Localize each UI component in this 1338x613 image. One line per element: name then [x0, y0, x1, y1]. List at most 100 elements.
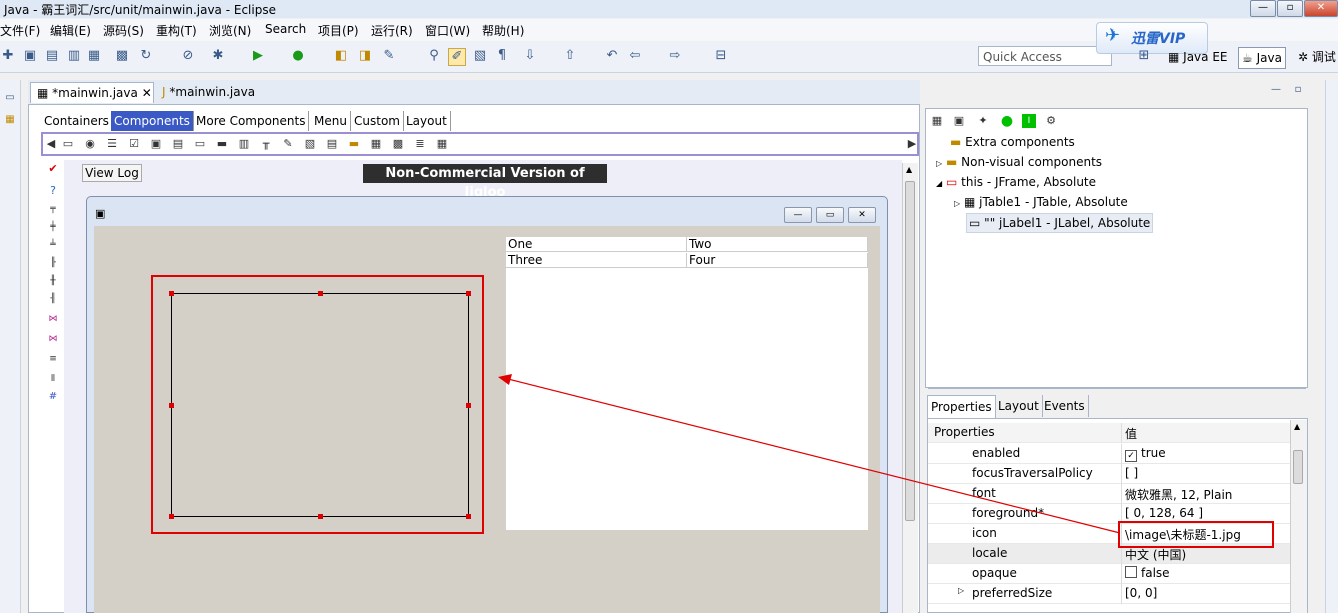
jtextarea-icon[interactable]: ▧ — [303, 137, 317, 151]
scroll-up-icon[interactable]: ▲ — [1294, 422, 1300, 431]
align-middle-icon[interactable]: ╪ — [46, 220, 60, 234]
checkbox-checked[interactable]: ✓ — [1125, 450, 1137, 462]
refresh-icon[interactable]: ↻ — [138, 48, 154, 64]
property-row-opaque[interactable]: opaque false — [928, 564, 1290, 584]
minimize-editor-icon[interactable]: — — [1268, 82, 1284, 98]
menu-help[interactable]: 帮助(H) — [482, 22, 524, 39]
open-perspective-icon[interactable]: ⊞ — [1136, 48, 1152, 64]
jtable1[interactable]: One Two Three Four — [506, 237, 868, 530]
palette-tab-custom[interactable]: Custom — [351, 111, 404, 131]
jlist-icon[interactable]: ☰ — [105, 137, 119, 151]
back-icon[interactable]: ⇦ — [627, 48, 643, 64]
search-icon[interactable]: ⚲ — [426, 48, 442, 64]
palette-tab-more-components[interactable]: More Components — [193, 111, 310, 131]
jeditor-icon[interactable]: ✎ — [281, 137, 295, 151]
external-tools-icon[interactable]: ● — [290, 48, 306, 64]
collapse-icon[interactable]: ◢ — [936, 179, 942, 188]
block-icon[interactable]: ▧ — [472, 48, 488, 64]
jtree2-icon[interactable]: ▩ — [391, 137, 405, 151]
frame-minimize-button[interactable]: — — [784, 207, 812, 223]
tab-mainwin-source[interactable]: J *mainwin.java — [156, 82, 266, 103]
jtable-icon[interactable]: ▦ — [369, 137, 383, 151]
palette-tab-components[interactable]: Components — [111, 111, 194, 131]
align-left-icon[interactable]: ╟ — [46, 256, 60, 270]
menu-file[interactable]: 文件(F) — [0, 22, 40, 39]
palette-tab-menu[interactable]: Menu — [311, 111, 351, 131]
prev-annotation-icon[interactable]: ⇧ — [562, 48, 578, 64]
table-cell[interactable]: Two — [687, 237, 868, 252]
tree-icon[interactable]: ⚙ — [1044, 114, 1058, 128]
perspective-java[interactable]: ☕ Java — [1238, 47, 1286, 69]
pin-icon[interactable]: ⊟ — [713, 48, 729, 64]
outline-item-extra[interactable]: ▬ Extra components — [950, 133, 1075, 151]
jslider-icon[interactable]: ▭ — [193, 137, 207, 151]
align-top-icon[interactable]: ╤ — [46, 202, 60, 216]
check-tool-icon[interactable]: ✔ — [46, 162, 60, 176]
tab-layout[interactable]: Layout — [995, 395, 1043, 417]
property-row-focus[interactable]: focusTraversalPolicy [ ] — [928, 464, 1290, 484]
tab-mainwin-form[interactable]: ▦ *mainwin.java ✕ — [30, 82, 154, 103]
close-tab-icon[interactable]: ✕ — [142, 86, 152, 100]
brush-icon[interactable]: ✎ — [381, 48, 397, 64]
canvas-scrollbar[interactable]: ▲ — [902, 163, 918, 613]
restore-icon[interactable]: ▭ — [2, 90, 18, 106]
expand-icon[interactable]: ▷ — [954, 199, 960, 208]
frame-maximize-button[interactable]: ▭ — [816, 207, 844, 223]
maximize-button[interactable]: ▫ — [1277, 0, 1303, 17]
jspinner-icon[interactable]: ▦ — [435, 137, 449, 151]
skip-icon[interactable]: ⊘ — [180, 48, 196, 64]
align-right-icon[interactable]: ╢ — [46, 292, 60, 306]
jradiobutton-icon[interactable]: ◉ — [83, 137, 97, 151]
tab-properties[interactable]: Properties — [927, 395, 996, 418]
jcheckbox-icon[interactable]: ☑ — [127, 137, 141, 151]
minimize-button[interactable]: — — [1250, 0, 1276, 17]
properties-scrollbar[interactable]: ▲ — [1290, 420, 1307, 613]
save-icon[interactable]: ▣ — [22, 48, 38, 64]
scroll-left-icon[interactable]: ◀ — [44, 137, 58, 151]
menu-source[interactable]: 源码(S) — [103, 22, 144, 39]
toolbox-icon[interactable]: ▩ — [114, 48, 130, 64]
perspective-debug[interactable]: ✲ 调试 — [1298, 47, 1336, 67]
menu-navigate[interactable]: 浏览(N) — [209, 22, 251, 39]
same-height-icon[interactable]: ⦀ — [46, 372, 60, 386]
palette-tab-containers[interactable]: Containers — [41, 111, 113, 131]
debug-icon[interactable]: ✱ — [210, 48, 226, 64]
jsplit-icon[interactable]: ╥ — [259, 137, 273, 151]
runner-icon[interactable]: ✦ — [976, 114, 990, 128]
jtogglebutton-icon[interactable]: ▣ — [149, 137, 163, 151]
jbutton-icon[interactable]: ▭ — [61, 137, 75, 151]
table-cell[interactable]: Three — [506, 253, 687, 268]
scroll-up-icon[interactable]: ▲ — [906, 165, 912, 174]
last-edit-icon[interactable]: ↶ — [604, 48, 620, 64]
table-cell[interactable]: Four — [687, 253, 868, 268]
expand-icon[interactable]: ▷ — [958, 586, 964, 595]
outline-item-jlabel[interactable]: ▭ "" jLabel1 - JLabel, Absolute — [966, 213, 1154, 233]
view-log-button[interactable]: View Log — [82, 164, 142, 182]
jlabel-icon[interactable]: ▬ — [215, 137, 229, 151]
menu-search[interactable]: Search — [265, 22, 306, 36]
new-icon[interactable]: ✚ — [0, 48, 16, 64]
same-width-icon[interactable]: ≡ — [46, 352, 60, 366]
scroll-thumb[interactable] — [905, 181, 915, 521]
outline-item-this[interactable]: ◢ ▭ this - JFrame, Absolute — [936, 173, 1096, 191]
jtree-icon[interactable]: ▤ — [171, 137, 185, 151]
form-view-icon[interactable]: ▣ — [952, 114, 966, 128]
menu-window[interactable]: 窗口(W) — [425, 22, 470, 39]
space-h-icon[interactable]: ⋈ — [46, 312, 60, 326]
expand-icon[interactable]: ▷ — [936, 159, 942, 168]
palette-tab-layout[interactable]: Layout — [403, 111, 451, 131]
maximize-editor-icon[interactable]: ▫ — [1290, 82, 1306, 98]
run-icon[interactable]: ▶ — [250, 48, 266, 64]
pilcrow-icon[interactable]: ¶ — [494, 48, 510, 64]
tab-events[interactable]: Events — [1041, 395, 1089, 417]
open-type-icon[interactable]: ◧ — [333, 48, 349, 64]
property-row-font[interactable]: font 微软雅黑, 12, Plain — [928, 484, 1290, 504]
close-button[interactable]: ✕ — [1304, 0, 1338, 17]
menu-refactor[interactable]: 重构(T) — [156, 22, 197, 39]
checkbox-unchecked[interactable] — [1125, 566, 1137, 578]
property-row-enabled[interactable]: enabled ✓ true — [928, 444, 1290, 464]
print-icon[interactable]: ▥ — [66, 48, 82, 64]
jscrollbar-icon[interactable]: ≣ — [413, 137, 427, 151]
next-annotation-icon[interactable]: ⇩ — [522, 48, 538, 64]
info-icon[interactable]: I — [1022, 114, 1036, 128]
